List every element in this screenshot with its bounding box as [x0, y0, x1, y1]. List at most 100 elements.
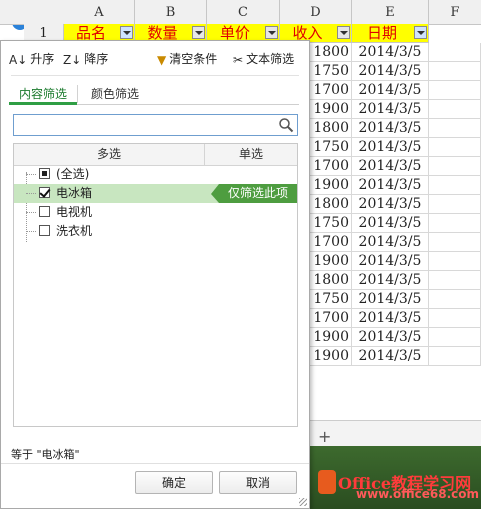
date-cell[interactable]: 2014/3/5 [352, 62, 429, 81]
text-filter-label: 文本筛选 [246, 52, 295, 66]
refrigerator-checkbox[interactable] [39, 187, 50, 198]
toolbar-divider [11, 75, 299, 76]
date-cell[interactable]: 2014/3/5 [352, 119, 429, 138]
list-item-refrigerator[interactable]: 电冰箱 仅筛选此项 [14, 184, 297, 203]
empty-cell[interactable] [429, 290, 481, 309]
sort-ascending-icon: A↓ [9, 52, 28, 67]
empty-cell[interactable] [429, 195, 481, 214]
sort-descending-icon: Z↓ [63, 52, 82, 67]
filter-active-button[interactable] [414, 26, 427, 39]
sort-ascending-button[interactable]: A↓ 升序 [9, 50, 54, 68]
clear-conditions-label: 清空条件 [169, 52, 218, 66]
date-cell[interactable]: 2014/3/5 [352, 157, 429, 176]
empty-cell[interactable] [429, 100, 481, 119]
tab-content-filter[interactable]: 内容筛选 [19, 85, 67, 102]
active-tab-indicator [9, 102, 77, 105]
date-cell[interactable]: 2014/3/5 [352, 138, 429, 157]
date-cell[interactable]: 2014/3/5 [352, 43, 429, 62]
column-header-b[interactable]: B [135, 0, 207, 24]
clear-conditions-button[interactable]: ▼ 清空条件 [157, 50, 217, 68]
filter-active-button[interactable] [120, 26, 133, 39]
empty-cell[interactable] [429, 328, 481, 347]
filter-condition-status: 等于 "电冰箱" [11, 448, 80, 461]
empty-cell[interactable] [429, 214, 481, 233]
filter-value-list: 多选 单选 (全选) 电冰箱 仅筛选此项 电视机 洗衣机 [13, 143, 298, 427]
text-filter-button[interactable]: ✂ 文本筛选 [233, 50, 294, 68]
sheet-tab-bar [310, 420, 481, 447]
list-item-label: 洗衣机 [56, 224, 93, 238]
multi-select-header[interactable]: 多选 [14, 144, 204, 165]
list-item-select-all[interactable]: (全选) [14, 165, 297, 184]
tv-checkbox[interactable] [39, 206, 50, 217]
date-cell[interactable]: 2014/3/5 [352, 309, 429, 328]
office-logo-icon [318, 470, 336, 494]
single-select-header[interactable]: 单选 [205, 144, 297, 165]
sort-descending-label: 降序 [84, 52, 109, 66]
select-all-checkbox[interactable] [39, 168, 50, 179]
date-cell[interactable]: 2014/3/5 [352, 81, 429, 100]
filter-dropdown-button[interactable] [337, 26, 350, 39]
list-item-label: (全选) [56, 167, 90, 181]
tree-branch [26, 212, 36, 213]
tree-branch [26, 193, 36, 194]
washer-checkbox[interactable] [39, 225, 50, 236]
search-input[interactable] [17, 116, 272, 134]
tab-color-filter[interactable]: 颜色筛选 [91, 85, 139, 102]
empty-cell[interactable] [429, 347, 481, 366]
date-cell[interactable]: 2014/3/5 [352, 233, 429, 252]
header-date-label: 日期 [366, 24, 397, 42]
list-item-label: 电视机 [56, 205, 93, 219]
date-cell[interactable]: 2014/3/5 [352, 290, 429, 309]
column-header-d[interactable]: D [280, 0, 352, 24]
list-item-label: 电冰箱 [56, 186, 93, 200]
empty-cell[interactable] [429, 233, 481, 252]
search-icon[interactable] [278, 117, 294, 133]
search-box [13, 114, 298, 136]
empty-cell[interactable] [429, 81, 481, 100]
add-sheet-button[interactable]: + [318, 427, 331, 446]
filter-only-this-button[interactable]: 仅筛选此项 [211, 184, 297, 203]
date-cell[interactable]: 2014/3/5 [352, 347, 429, 366]
date-cell[interactable]: 2014/3/5 [352, 176, 429, 195]
resize-grip-icon[interactable] [299, 498, 307, 506]
date-cell[interactable]: 2014/3/5 [352, 328, 429, 347]
list-header: 多选 单选 [14, 144, 297, 166]
empty-cell[interactable] [429, 43, 481, 62]
list-item-washer[interactable]: 洗衣机 [14, 222, 297, 241]
empty-cell[interactable] [429, 157, 481, 176]
filter-dropdown-button[interactable] [265, 26, 278, 39]
column-header-c[interactable]: C [207, 0, 280, 24]
empty-cell[interactable] [429, 252, 481, 271]
clear-filter-icon: ▼ [157, 52, 167, 67]
date-cell[interactable]: 2014/3/5 [352, 100, 429, 119]
column-header-a[interactable]: A [64, 0, 135, 24]
header-cell-date[interactable]: 日期 [352, 24, 429, 43]
empty-cell[interactable] [429, 271, 481, 290]
filter-panel: A↓ 升序 Z↓ 降序 ▼ 清空条件 ✂ 文本筛选 内容筛选 颜色筛选 多选 单选 [0, 40, 310, 509]
cancel-button[interactable]: 取消 [219, 471, 297, 494]
filter-toolbar: A↓ 升序 Z↓ 降序 ▼ 清空条件 ✂ 文本筛选 [1, 41, 309, 75]
empty-cell[interactable] [429, 62, 481, 81]
empty-cell[interactable] [429, 309, 481, 328]
date-cell[interactable]: 2014/3/5 [352, 195, 429, 214]
sort-ascending-label: 升序 [30, 52, 55, 66]
column-header-e[interactable]: E [352, 0, 429, 24]
date-cell[interactable]: 2014/3/5 [352, 214, 429, 233]
date-cell[interactable]: 2014/3/5 [352, 271, 429, 290]
empty-cell[interactable] [429, 119, 481, 138]
date-cell[interactable]: 2014/3/5 [352, 252, 429, 271]
filter-dropdown-button[interactable] [192, 26, 205, 39]
footer-divider [1, 463, 309, 464]
tab-divider [77, 85, 78, 103]
watermark-url: www.office68.com [356, 487, 480, 501]
sort-descending-button[interactable]: Z↓ 降序 [63, 50, 108, 68]
ok-button[interactable]: 确定 [135, 471, 213, 494]
tree-branch [26, 174, 36, 175]
column-header-f[interactable]: F [429, 0, 481, 24]
empty-cell[interactable] [429, 176, 481, 195]
column-header-row: A B C D E F [0, 0, 481, 25]
empty-cell[interactable] [429, 138, 481, 157]
list-item-tv[interactable]: 电视机 [14, 203, 297, 222]
tree-branch [26, 231, 36, 232]
text-filter-icon: ✂ [233, 52, 244, 67]
